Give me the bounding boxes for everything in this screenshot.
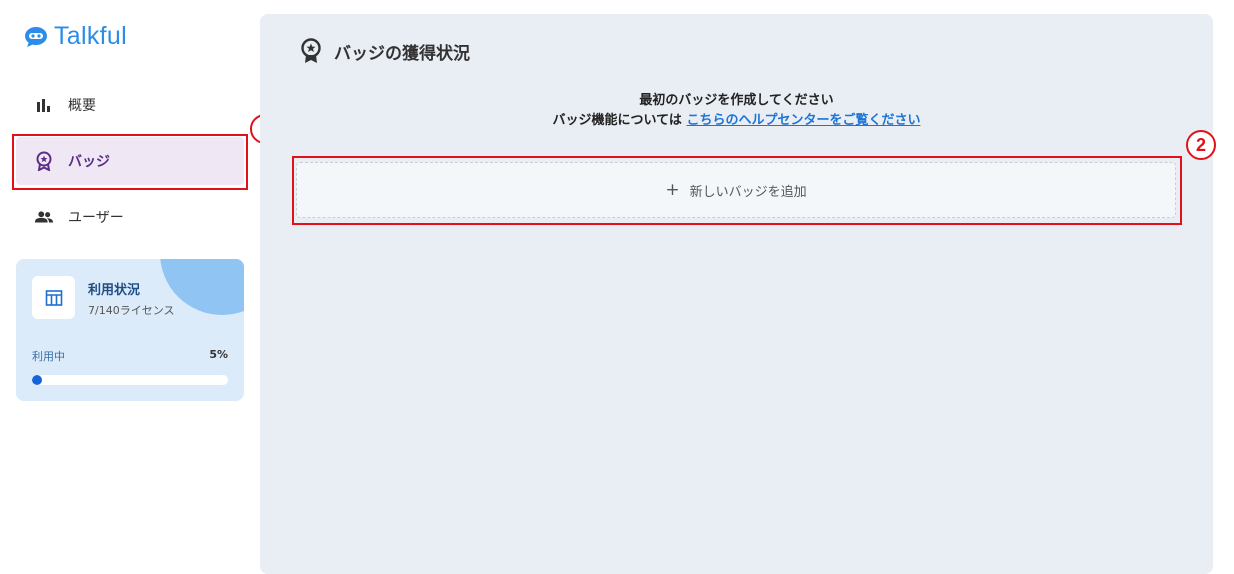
page-header: バッジの獲得状況 <box>300 38 470 64</box>
help-center-link[interactable]: こちらのヘルプセンターをご覧ください <box>686 113 920 128</box>
license-count: 7/140ライセンス <box>88 304 175 317</box>
usage-progress-fill <box>32 375 42 385</box>
usage-progress-bar <box>32 375 228 385</box>
help-text-prefix: バッジ機能については <box>552 113 682 128</box>
main-panel: バッジの獲得状況 最初のバッジを作成してください バッジ機能については こちらの… <box>260 14 1213 574</box>
chat-bubble-logo-icon <box>25 26 47 47</box>
highlight-box-1 <box>12 134 248 190</box>
sidebar: Talkful 概要 バッジ ユーザー 利用状況 7/140ライセンス 利用中 … <box>0 0 260 552</box>
app-logo[interactable]: Talkful <box>24 22 127 51</box>
table-icon <box>45 289 62 306</box>
sidebar-item-users[interactable]: ユーザー <box>16 193 244 241</box>
sidebar-item-label: ユーザー <box>68 210 124 226</box>
annotation-number-2: 2 <box>1186 130 1216 160</box>
bar-chart-icon <box>34 95 54 115</box>
users-icon <box>34 207 54 227</box>
help-text: バッジ機能については こちらのヘルプセンターをご覧ください <box>260 109 1213 128</box>
usage-label: 利用中 <box>32 350 65 363</box>
app-name: Talkful <box>54 22 127 50</box>
empty-state-message: 最初のバッジを作成してください <box>639 93 834 108</box>
sidebar-item-overview[interactable]: 概要 <box>16 81 244 129</box>
usage-percent: 5% <box>209 348 228 361</box>
usage-title: 利用状況 <box>88 283 141 298</box>
badge-icon <box>301 38 321 63</box>
usage-card: 利用状況 7/140ライセンス 利用中 5% <box>16 259 244 401</box>
page-title: バッジの獲得状況 <box>334 43 470 64</box>
highlight-box-2 <box>292 156 1182 225</box>
sidebar-item-label: 概要 <box>68 98 96 114</box>
usage-icon-box <box>32 276 75 319</box>
